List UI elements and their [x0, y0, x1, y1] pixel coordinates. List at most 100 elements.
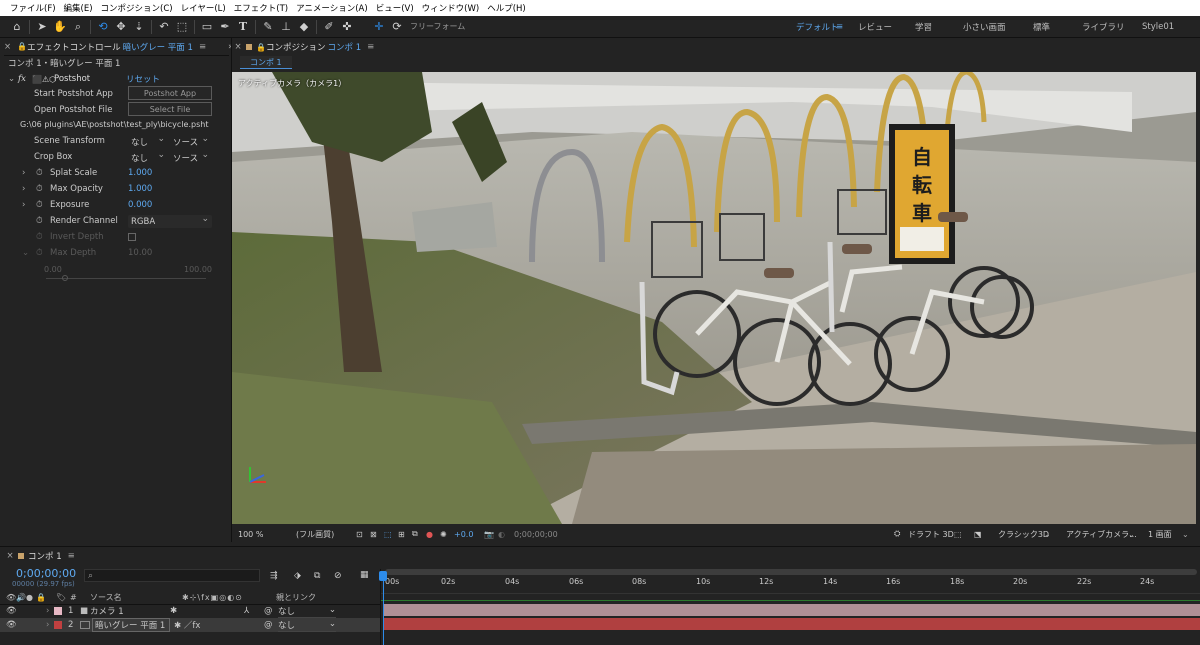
close-icon[interactable]: ×: [232, 42, 244, 52]
render-channel-dropdown[interactable]: RGBA: [128, 215, 212, 228]
effect-controls-tab[interactable]: × 🔒 エフェクトコントロール 暗いグレー 平面 1 ≡ »: [4, 38, 233, 56]
menu-window[interactable]: ウィンドウ(W): [418, 2, 484, 14]
exposure-reset-icon[interactable]: ✺: [440, 530, 454, 539]
roto-brush-icon[interactable]: ✐: [320, 18, 338, 36]
visibility-icon[interactable]: 👁: [6, 606, 17, 616]
type-tool-icon[interactable]: T: [234, 18, 252, 36]
3d-view-icon[interactable]: ⧉: [412, 529, 426, 539]
channel-icon[interactable]: ●: [426, 530, 440, 539]
view-layout-dropdown[interactable]: 1 画面: [1148, 529, 1172, 540]
layer-label-swatch[interactable]: [54, 607, 62, 615]
chevron-down-icon[interactable]: ⌄: [1044, 530, 1051, 539]
motion-blur-icon[interactable]: ⊘: [334, 571, 342, 581]
selection-tool-icon[interactable]: ➤: [33, 18, 51, 36]
workspace-learn[interactable]: 学習: [915, 16, 932, 38]
workspace-small-screen[interactable]: 小さい画面: [963, 16, 1006, 38]
source-name-header[interactable]: ソース名: [90, 592, 182, 603]
extended-viewer-icon[interactable]: ⬔: [974, 530, 988, 539]
zoom-dropdown[interactable]: 100 %: [238, 530, 282, 539]
fx-icon[interactable]: fx: [18, 74, 32, 84]
workspace-libraries[interactable]: ライブラリ: [1082, 16, 1125, 38]
hand-tool-icon[interactable]: ✋: [51, 18, 69, 36]
work-area-bar[interactable]: [385, 569, 1197, 575]
home-icon[interactable]: ⌂: [8, 18, 26, 36]
switches-icon[interactable]: ✱ ／fx: [170, 619, 244, 631]
crop-box-source-dropdown[interactable]: ソース: [170, 151, 212, 164]
resolution-dropdown[interactable]: (フル画質): [296, 529, 356, 540]
stopwatch-icon[interactable]: ⏱: [36, 184, 50, 194]
menu-edit[interactable]: 編集(E): [60, 2, 97, 14]
layer-label-swatch[interactable]: [54, 621, 62, 629]
workspace-review[interactable]: レビュー: [858, 16, 892, 38]
tab-comp-name[interactable]: コンポ 1: [328, 41, 362, 53]
table-row[interactable]: 👁 › 1 ■ カメラ 1 ✱ ⅄ @ なし ⌄: [0, 604, 380, 618]
universal-camera-icon[interactable]: ✛: [370, 18, 388, 36]
layer-name[interactable]: カメラ 1: [90, 605, 170, 617]
stopwatch-icon[interactable]: ⏱: [36, 168, 50, 178]
pen-tool-icon[interactable]: ✒: [216, 18, 234, 36]
stopwatch-icon[interactable]: ⏱: [36, 200, 50, 210]
invert-depth-checkbox[interactable]: [128, 233, 136, 241]
show-snapshot-icon[interactable]: ◐: [498, 530, 514, 539]
timeline-tab[interactable]: × コンポ 1 ≡: [4, 547, 75, 565]
lock-icon[interactable]: 🔒: [17, 42, 27, 51]
crop-box-dropdown[interactable]: なし: [128, 151, 168, 164]
current-timecode[interactable]: 0;00;00;00: [16, 567, 76, 580]
time-ruler[interactable]: 00s 02s 04s 06s 08s 10s 12s 14s 16s 18s …: [381, 577, 1200, 591]
draft-3d-label[interactable]: ドラフト 3D: [908, 529, 954, 540]
scene-transform-source-dropdown[interactable]: ソース: [170, 135, 212, 148]
guides-icon[interactable]: ⊞: [398, 530, 412, 539]
camera-mode-icon[interactable]: ⟳: [388, 18, 406, 36]
region-of-interest-icon[interactable]: ⊡: [356, 530, 370, 539]
menu-file[interactable]: ファイル(F): [6, 2, 60, 14]
menu-layer[interactable]: レイヤー(L): [177, 2, 230, 14]
max-depth-slider-handle[interactable]: [62, 275, 68, 281]
time-graph[interactable]: 00s 02s 04s 06s 08s 10s 12s 14s 16s 18s …: [379, 569, 1200, 645]
collapse-icon[interactable]: ⌄: [8, 74, 18, 84]
postshot-app-button[interactable]: Postshot App: [128, 86, 212, 100]
chevron-down-icon[interactable]: ⌄: [1128, 530, 1135, 539]
stopwatch-icon[interactable]: ⏱: [36, 216, 50, 226]
renderer-dropdown[interactable]: クラシック3D: [998, 529, 1049, 540]
expand-arrow-icon[interactable]: ›: [22, 200, 36, 210]
menu-view[interactable]: ビュー(V): [372, 2, 418, 14]
freeform-label[interactable]: フリーフォーム: [410, 21, 465, 32]
parent-dropdown[interactable]: なし ⌄: [278, 619, 336, 632]
menu-help[interactable]: ヘルプ(H): [483, 2, 530, 14]
workspace-default[interactable]: デフォルト: [796, 16, 839, 38]
frame-blending-icon[interactable]: ⧉: [314, 571, 320, 581]
workspace-style01[interactable]: Style01: [1142, 16, 1174, 38]
puppet-pin-icon[interactable]: ✜: [338, 18, 356, 36]
zoom-tool-icon[interactable]: ⌕: [69, 18, 87, 36]
3d-ground-icon[interactable]: ⬚: [954, 530, 968, 539]
draft-3d-icon[interactable]: ⛭: [894, 529, 908, 539]
layer-2-bar[interactable]: [383, 618, 1200, 630]
max-depth-slider-track[interactable]: [46, 278, 206, 279]
menu-effect[interactable]: エフェクト(T): [230, 2, 292, 14]
eraser-tool-icon[interactable]: ◆: [295, 18, 313, 36]
pan-behind-icon[interactable]: ⬚: [173, 18, 191, 36]
expand-arrow-icon[interactable]: ›: [22, 168, 36, 178]
panel-menu-icon[interactable]: ≡: [199, 42, 206, 52]
exposure-value[interactable]: +0.0: [454, 530, 484, 539]
expand-arrow-icon[interactable]: ›: [46, 606, 54, 616]
close-icon[interactable]: ×: [4, 551, 16, 561]
expand-arrow-icon[interactable]: ›: [46, 620, 54, 630]
snapshot-icon[interactable]: 📷: [484, 530, 498, 539]
scene-transform-dropdown[interactable]: なし: [128, 135, 168, 148]
pickwhip-icon[interactable]: @: [264, 606, 278, 616]
exposure-value[interactable]: 0.000: [128, 197, 152, 213]
chevron-down-icon[interactable]: ⌄: [1182, 530, 1189, 539]
comp-flowchart-icon[interactable]: ⇶: [270, 571, 278, 581]
pickwhip-icon[interactable]: @: [264, 620, 278, 630]
composition-tab[interactable]: × 🔒 コンポジション コンポ 1 ≡: [232, 38, 374, 56]
menu-animation[interactable]: アニメーション(A): [292, 2, 372, 14]
layer-name[interactable]: 暗いグレー 平面 1: [92, 618, 170, 632]
parent-dropdown[interactable]: なし ⌄: [278, 605, 336, 618]
panel-menu-icon[interactable]: ≡: [68, 551, 75, 561]
layer-search-input[interactable]: ⌕: [84, 569, 260, 582]
tab-layer-name[interactable]: 暗いグレー 平面 1: [123, 41, 193, 53]
reset-link[interactable]: リセット: [126, 73, 160, 85]
max-opacity-value[interactable]: 1.000: [128, 181, 152, 197]
visibility-icon[interactable]: 👁: [6, 620, 17, 630]
